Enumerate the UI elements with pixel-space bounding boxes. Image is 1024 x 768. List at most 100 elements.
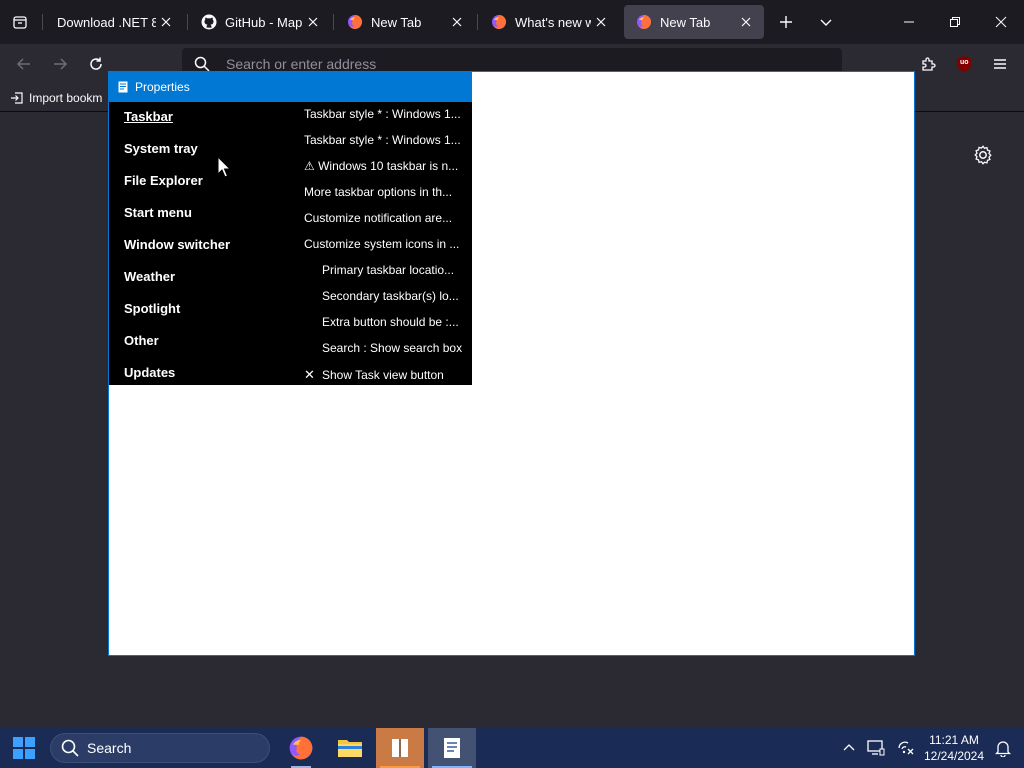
chevron-up-icon <box>843 744 855 751</box>
back-button[interactable] <box>10 50 38 78</box>
category-file-explorer[interactable]: File Explorer <box>124 173 203 188</box>
option-search-box[interactable]: Search : Show search box <box>322 341 462 355</box>
tab-whats-new[interactable]: What's new with <box>479 5 619 39</box>
clock-time: 11:21 AM <box>929 733 979 747</box>
firefox-icon <box>289 736 313 760</box>
tab-github[interactable]: GitHub - Maples <box>189 5 331 39</box>
option-customize-notification[interactable]: Customize notification are... <box>304 211 452 225</box>
properties-title-bar[interactable]: Properties <box>109 72 472 102</box>
firefox-icon <box>637 15 651 29</box>
option-secondary-taskbar-location[interactable]: Secondary taskbar(s) lo... <box>322 289 459 303</box>
tab-separator <box>42 14 43 30</box>
close-icon[interactable] <box>447 12 467 32</box>
ublock-extension-button[interactable]: uo <box>950 50 978 78</box>
app-menu-button[interactable] <box>986 50 1014 78</box>
taskbar-search-box[interactable]: Search <box>50 733 270 763</box>
option-extra-button[interactable]: Extra button should be :... <box>322 315 459 329</box>
properties-title: Properties <box>135 80 190 94</box>
notifications-button[interactable] <box>993 738 1013 758</box>
taskbar-search-label: Search <box>87 740 132 756</box>
start-button[interactable] <box>0 728 48 768</box>
option-task-view-button[interactable]: ✕ Show Task view button <box>304 367 444 383</box>
import-icon <box>11 92 23 104</box>
category-updates[interactable]: Updates <box>124 365 175 380</box>
reload-button[interactable] <box>82 50 110 78</box>
option-taskbar-style-1[interactable]: Taskbar style * : Windows 1... <box>304 107 461 121</box>
close-icon[interactable] <box>303 12 323 32</box>
minimize-button[interactable] <box>886 0 932 44</box>
option-customize-system-icons[interactable]: Customize system icons in ... <box>304 237 459 251</box>
reload-icon <box>90 57 102 70</box>
tray-display-icon[interactable] <box>866 738 886 758</box>
search-icon <box>194 56 210 72</box>
new-tab-button[interactable] <box>772 8 800 36</box>
forward-button[interactable] <box>46 50 74 78</box>
firefox-icon <box>348 15 362 29</box>
chevron-down-icon <box>820 19 832 26</box>
close-window-button[interactable] <box>978 0 1024 44</box>
mouse-cursor-icon <box>217 156 231 178</box>
arrow-right-icon <box>54 58 68 70</box>
category-start-menu[interactable]: Start menu <box>124 205 192 220</box>
properties-app-icon <box>444 738 460 758</box>
plus-icon <box>780 16 792 28</box>
category-other[interactable]: Other <box>124 333 159 348</box>
windows-taskbar: Search 11:21 AM 12/24/2024 <box>0 728 1024 768</box>
close-icon[interactable] <box>736 12 756 32</box>
tab-title: New Tab <box>371 14 422 30</box>
tab-title: GitHub - Maples <box>225 14 303 30</box>
monitor-icon <box>867 740 885 756</box>
list-all-tabs-button[interactable] <box>812 8 840 36</box>
option-more-taskbar-options[interactable]: More taskbar options in th... <box>304 185 452 199</box>
github-icon <box>201 14 217 30</box>
restore-button[interactable] <box>932 0 978 44</box>
tab-new-tab[interactable]: New Tab <box>335 5 475 39</box>
option-task-view-label: Show Task view button <box>322 368 444 382</box>
close-icon <box>995 16 1007 28</box>
tab-separator <box>187 14 188 30</box>
category-spotlight[interactable]: Spotlight <box>124 301 180 316</box>
category-taskbar[interactable]: Taskbar <box>124 109 173 124</box>
arrow-left-icon <box>16 58 30 70</box>
restore-icon <box>950 17 960 27</box>
close-icon[interactable] <box>156 12 176 32</box>
extensions-button[interactable] <box>914 50 942 78</box>
gear-icon[interactable] <box>972 144 994 166</box>
windows-logo-icon <box>13 737 35 759</box>
tab-title: New Tab <box>660 14 711 30</box>
tab-separator <box>333 14 334 30</box>
tab-download-dotnet[interactable]: Download .NET 8.0 ( <box>44 5 184 39</box>
search-icon <box>61 739 79 757</box>
tab-new-tab-selected[interactable]: New Tab <box>624 5 764 39</box>
properties-app-icon <box>118 81 128 93</box>
import-bookmarks-button[interactable]: Import bookm <box>10 88 102 108</box>
taskbar-app-firefox[interactable] <box>277 728 325 768</box>
book-icon <box>392 739 408 757</box>
taskbar-app-explorerpatcher[interactable] <box>376 728 424 768</box>
puzzle-icon <box>922 57 936 71</box>
category-window-switcher[interactable]: Window switcher <box>124 237 230 252</box>
category-weather[interactable]: Weather <box>124 269 175 284</box>
minimize-icon <box>904 21 914 23</box>
close-icon[interactable] <box>591 12 611 32</box>
clock-date: 12/24/2024 <box>923 749 985 763</box>
tab-title: What's new with <box>515 14 591 30</box>
folder-icon <box>338 740 362 757</box>
tab-list-button[interactable] <box>6 8 34 36</box>
tab-separator <box>477 14 478 30</box>
bell-icon <box>995 741 1011 757</box>
taskbar-app-file-explorer[interactable] <box>326 728 374 768</box>
category-system-tray[interactable]: System tray <box>124 141 198 156</box>
show-hidden-icons-button[interactable] <box>839 738 859 758</box>
option-primary-taskbar-location[interactable]: Primary taskbar locatio... <box>322 263 454 277</box>
option-win10-taskbar-warning[interactable]: ⚠ Windows 10 taskbar is n... <box>304 159 458 173</box>
tab-overview-icon <box>13 16 27 29</box>
ublock-badge-text: uo <box>960 59 969 66</box>
taskbar-app-properties[interactable] <box>428 728 476 768</box>
firefox-icon <box>492 15 506 29</box>
taskbar-clock[interactable]: 11:21 AM 12/24/2024 <box>912 732 996 764</box>
browser-tab-strip: Download .NET 8.0 ( GitHub - Maples New … <box>0 0 1024 44</box>
properties-panel: Taskbar System tray File Explorer Start … <box>109 102 472 385</box>
option-taskbar-style-2[interactable]: Taskbar style * : Windows 1... <box>304 133 461 147</box>
import-bookmarks-label: Import bookm <box>29 91 103 105</box>
